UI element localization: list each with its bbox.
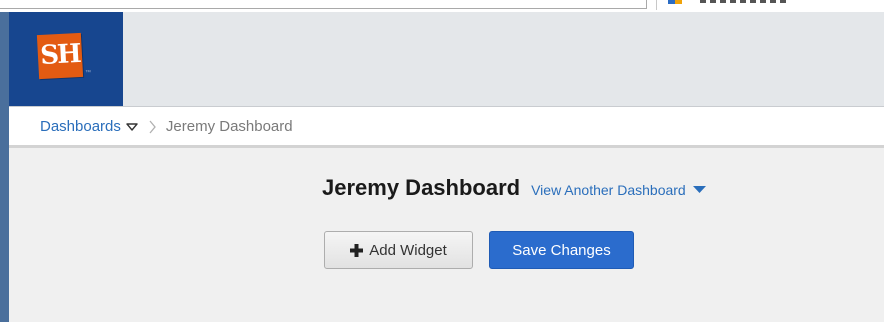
logo-text: SH	[39, 38, 81, 72]
breadcrumb-current: Jeremy Dashboard	[165, 118, 293, 135]
view-another-dashboard-link[interactable]: View Another Dashboard	[531, 182, 706, 198]
main-content: Jeremy Dashboard View Another Dashboard …	[9, 148, 884, 322]
breadcrumb-bar: Dashboards Jeremy Dashboard	[9, 107, 884, 148]
tab-favicon-icon	[668, 0, 682, 4]
title-row: Jeremy Dashboard View Another Dashboard	[322, 175, 706, 201]
save-changes-button[interactable]: Save Changes	[489, 231, 634, 269]
site-header: SH ™	[9, 12, 884, 107]
tab-title-fragment[interactable]	[700, 0, 790, 3]
plus-icon	[350, 243, 364, 257]
university-logo-icon: SH	[36, 32, 84, 80]
logo-trademark: ™	[85, 70, 91, 76]
caret-down-outline-icon[interactable]	[126, 122, 138, 132]
view-another-label[interactable]: View Another Dashboard	[531, 182, 686, 198]
page-title: Jeremy Dashboard	[322, 175, 521, 200]
browser-toolbar-fragment	[0, 0, 884, 12]
add-widget-label: Add Widget	[369, 241, 447, 259]
breadcrumb-dashboards-link[interactable]: Dashboards	[40, 118, 121, 135]
add-widget-button[interactable]: Add Widget	[324, 231, 473, 269]
left-accent-bar	[0, 12, 9, 322]
toolbar-divider	[656, 0, 657, 10]
caret-down-icon[interactable]	[692, 186, 706, 194]
address-bar[interactable]	[0, 0, 647, 9]
breadcrumb: Dashboards Jeremy Dashboard	[40, 118, 293, 135]
chevron-right-icon	[149, 120, 156, 133]
logo-block[interactable]: SH ™	[9, 12, 123, 106]
